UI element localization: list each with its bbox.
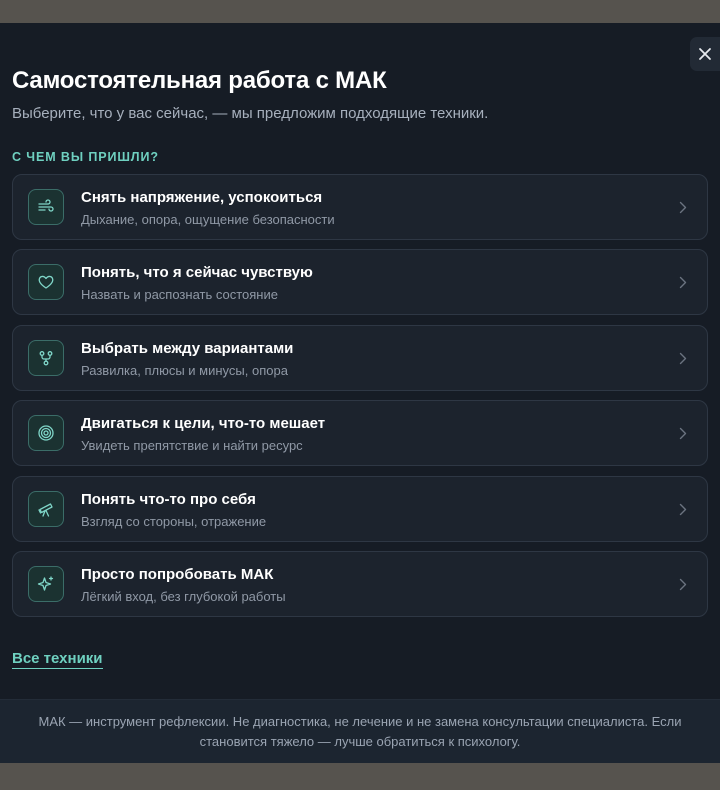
option-description: Взгляд со стороны, отражение: [81, 513, 267, 529]
option-title: Выбрать между вариантами: [81, 339, 294, 357]
chevron-right-icon: [679, 277, 687, 289]
wind-icon: [28, 189, 64, 225]
chevron-right-icon: [679, 201, 687, 214]
target-icon: [28, 415, 64, 452]
option-description: Развилка, плюсы и минусы, опора: [81, 362, 288, 378]
chevron-right-icon: [679, 503, 687, 515]
option-description: Назвать и распознать состояние: [81, 287, 278, 303]
option-self[interactable]: Понять что-то про себя Взгляд со стороны…: [12, 475, 708, 542]
chevron-right-icon: [679, 352, 687, 364]
disclaimer-footer: МАК — инструмент рефлексии. Не диагности…: [0, 699, 720, 763]
techniques-dialog: Самостоятельная работа с МАК Выберите, ч…: [0, 23, 720, 763]
telescope-icon: [28, 490, 64, 527]
option-description: Дыхание, опора, ощущение безопасности: [81, 212, 335, 227]
option-feelings[interactable]: Понять, что я сейчас чувствую Назвать и …: [12, 249, 708, 316]
sparkles-icon: [28, 565, 64, 602]
dialog-subtitle: Выберите, что у вас сейчас, — мы предлож…: [12, 105, 489, 122]
fork-icon: [28, 339, 64, 376]
option-choose[interactable]: Выбрать между вариантами Развилка, плюсы…: [12, 324, 708, 391]
option-description: Увидеть препятствие и найти ресурс: [81, 438, 303, 454]
backdrop-top: [0, 0, 720, 23]
option-description: Лёгкий вход, без глубокой работы: [81, 588, 286, 604]
option-title: Двигаться к цели, что-то мешает: [81, 415, 326, 433]
option-title: Понять, что я сейчас чувствую: [81, 264, 313, 282]
all-techniques-link[interactable]: Все техники: [12, 650, 103, 669]
disclaimer-text: МАК — инструмент рефлексии. Не диагности…: [38, 714, 682, 749]
dialog-title: Самостоятельная работа с МАК: [12, 67, 387, 94]
chevron-right-icon: [679, 578, 687, 591]
close-button[interactable]: [690, 37, 720, 71]
option-title: Просто попробовать МАК: [81, 565, 274, 583]
option-title: Понять что-то про себя: [81, 490, 256, 508]
heart-icon: [28, 264, 64, 301]
section-label: С ЧЕМ ВЫ ПРИШЛИ?: [12, 150, 159, 164]
option-try[interactable]: Просто попробовать МАК Лёгкий вход, без …: [12, 550, 708, 617]
chevron-right-icon: [679, 427, 687, 440]
option-title: Снять напряжение, успокоиться: [81, 189, 323, 206]
options-list: Снять напряжение, успокоиться Дыхание, о…: [12, 174, 708, 626]
option-goal[interactable]: Двигаться к цели, что-то мешает Увидеть …: [12, 400, 708, 467]
backdrop-bottom: [0, 763, 720, 790]
close-icon: [699, 48, 711, 60]
option-calm-down[interactable]: Снять напряжение, успокоиться Дыхание, о…: [12, 174, 708, 240]
